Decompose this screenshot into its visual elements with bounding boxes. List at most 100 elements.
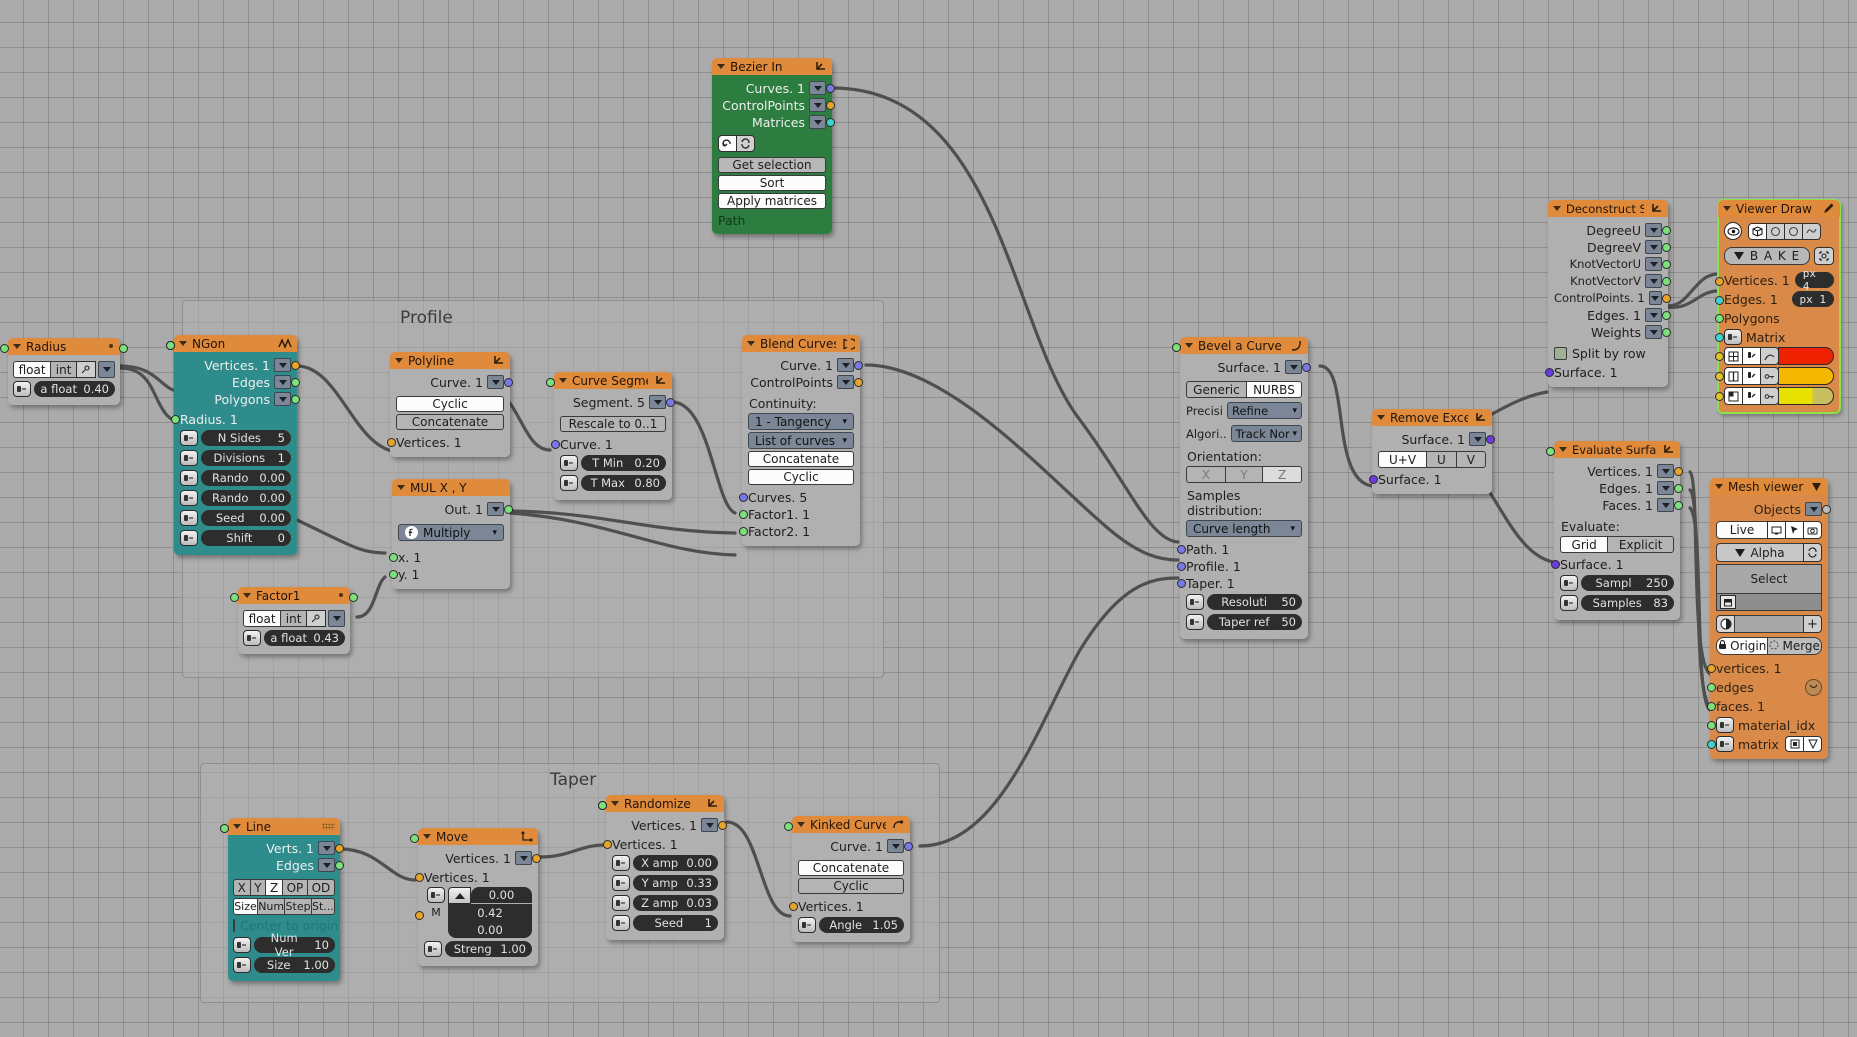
- socket-in[interactable]: [598, 801, 607, 810]
- collapse-triangle-icon[interactable]: [1377, 415, 1385, 420]
- drag-grip-icon[interactable]: [180, 490, 198, 506]
- drag-grip-icon[interactable]: [798, 917, 816, 933]
- socket-out[interactable]: [1302, 363, 1311, 372]
- socket-out[interactable]: [349, 593, 358, 602]
- direction-tabs[interactable]: U+V U V: [1378, 451, 1487, 468]
- tab-uv[interactable]: U+V: [1378, 451, 1428, 468]
- node-radius[interactable]: Radius float int a float 0.40: [0, 338, 128, 405]
- chevron-down-icon[interactable]: [318, 858, 335, 872]
- chevron-down-icon[interactable]: [1645, 257, 1662, 271]
- taper-refine-field[interactable]: Taper ref 50: [1207, 614, 1302, 630]
- drag-grip-icon[interactable]: [180, 450, 198, 466]
- seed-field[interactable]: Seed 1: [633, 915, 718, 931]
- vector-x-field[interactable]: 0.00: [471, 887, 532, 903]
- concatenate-button[interactable]: Concatenate: [396, 414, 504, 430]
- a-float-field[interactable]: a float 0.40: [34, 381, 115, 397]
- socket-out[interactable]: [718, 821, 727, 830]
- collapse-triangle-icon[interactable]: [423, 834, 431, 839]
- monitor-icon[interactable]: [1767, 521, 1786, 539]
- drag-grip-icon[interactable]: [243, 630, 261, 646]
- socket-out[interactable]: [1662, 260, 1671, 269]
- socket-in[interactable]: [166, 341, 175, 350]
- live-button[interactable]: Live: [1716, 521, 1768, 539]
- node-header[interactable]: Curve Segment: [554, 372, 672, 389]
- socket-out[interactable]: [335, 861, 344, 870]
- output-row[interactable]: KnotVectorV: [1554, 273, 1671, 289]
- socket-out[interactable]: [291, 395, 300, 404]
- polygons-row[interactable]: Polygons: [1715, 310, 1834, 326]
- vertex-color-swatch[interactable]: [1778, 347, 1834, 365]
- node-header[interactable]: Randomize: [606, 795, 724, 812]
- socket-out[interactable]: [1662, 328, 1671, 337]
- output-row[interactable]: Segment. 5: [560, 394, 675, 410]
- socket-in[interactable]: [1177, 579, 1186, 588]
- tab-step[interactable]: Step: [284, 898, 312, 915]
- socket-out[interactable]: [291, 361, 300, 370]
- collapse-triangle-icon[interactable]: [233, 824, 241, 829]
- drag-grip-icon[interactable]: [424, 941, 442, 957]
- polygon-color-icons[interactable]: [1724, 387, 1779, 405]
- material-field[interactable]: [1734, 615, 1804, 633]
- cyclic-button[interactable]: Cyclic: [748, 469, 854, 485]
- angle-field[interactable]: Angle 1.05: [819, 917, 904, 933]
- operation-select[interactable]: Multiply ▾: [398, 524, 504, 541]
- socket-in[interactable]: [389, 553, 398, 562]
- live-row[interactable]: Live: [1716, 521, 1822, 539]
- chevron-down-icon[interactable]: [837, 375, 854, 389]
- tab-axis-y[interactable]: Y: [249, 879, 267, 896]
- mode-tabs[interactable]: Size Num Step St...: [233, 898, 335, 915]
- continuity-select[interactable]: 1 - Tangency ▾: [748, 413, 854, 430]
- input-row[interactable]: Surface. 1: [1545, 364, 1662, 380]
- vertex-color-row[interactable]: [1715, 347, 1834, 365]
- socket-in[interactable]: [1707, 664, 1716, 673]
- vector-widget[interactable]: M 0.00 0.42 0.00: [415, 887, 532, 938]
- bake-row[interactable]: B A K E: [1724, 245, 1834, 267]
- y-amp-field[interactable]: Y amp 0.33: [633, 875, 718, 891]
- socket-out[interactable]: [1486, 435, 1495, 444]
- node-polyline[interactable]: Polyline Curve. 1 Cyclic Concatenate Ver…: [387, 352, 513, 457]
- chevron-down-icon[interactable]: ▾: [492, 528, 497, 538]
- socket-out[interactable]: [1662, 226, 1671, 235]
- link-icon[interactable]: [1760, 387, 1779, 405]
- mode-tabs[interactable]: Generic NURBS: [1186, 381, 1303, 398]
- polygon-color-row[interactable]: [1715, 387, 1834, 405]
- drag-grip-icon[interactable]: [1716, 736, 1734, 752]
- socket-in[interactable]: [1715, 333, 1724, 342]
- output-row[interactable]: DegreeU: [1554, 222, 1671, 238]
- chevron-down-icon[interactable]: ▾: [842, 436, 847, 446]
- archive-row[interactable]: [1717, 593, 1821, 610]
- socket-in[interactable]: [1715, 352, 1724, 361]
- divisions-field[interactable]: Divisions 1: [201, 450, 291, 466]
- tab-explicit[interactable]: Explicit: [1607, 536, 1675, 553]
- collapse-triangle-icon[interactable]: [611, 801, 619, 806]
- samples-distribution-select[interactable]: Curve length ▾: [1186, 520, 1302, 537]
- drag-grip-icon[interactable]: [560, 475, 578, 491]
- brush-icon[interactable]: [1742, 367, 1761, 385]
- output-row[interactable]: Curve. 1: [396, 374, 513, 390]
- tab-float[interactable]: float: [243, 610, 282, 627]
- socket-in[interactable]: [415, 911, 424, 920]
- update-toggle-group[interactable]: [718, 135, 758, 152]
- select-button[interactable]: Select: [1717, 565, 1821, 593]
- random-r-field[interactable]: Rando 0.00: [201, 470, 291, 486]
- input-row[interactable]: Taper. 1: [1177, 575, 1302, 591]
- type-tabs[interactable]: float int: [13, 344, 128, 378]
- vertex-color-icons[interactable]: [1724, 347, 1779, 365]
- edge-icon[interactable]: [1724, 367, 1743, 385]
- node-header[interactable]: Remove Excessi: [1372, 409, 1492, 426]
- chevron-down-icon[interactable]: [98, 361, 115, 378]
- tab-orient-z[interactable]: Z: [1262, 466, 1302, 483]
- node-bevel-curve[interactable]: Bevel a Curve (... Surface. 1 Generic NU…: [1172, 337, 1311, 639]
- input-row[interactable]: edges: [1707, 678, 1822, 696]
- shift-field[interactable]: Shift 0: [201, 530, 291, 546]
- output-row[interactable]: Edges: [233, 857, 344, 873]
- node-header[interactable]: Bevel a Curve (...: [1180, 337, 1308, 354]
- output-row[interactable]: Out. 1: [398, 501, 513, 517]
- algorithm-select[interactable]: Track Nor ▾: [1230, 425, 1302, 442]
- cyclic-button[interactable]: Cyclic: [396, 396, 504, 412]
- ngon-field-row[interactable]: Rando 0.00: [166, 341, 291, 507]
- socket-in[interactable]: [784, 822, 793, 831]
- input-row[interactable]: Curves. 5: [739, 489, 854, 505]
- chevron-down-icon[interactable]: [1648, 291, 1662, 305]
- cube-icon[interactable]: [1748, 222, 1767, 240]
